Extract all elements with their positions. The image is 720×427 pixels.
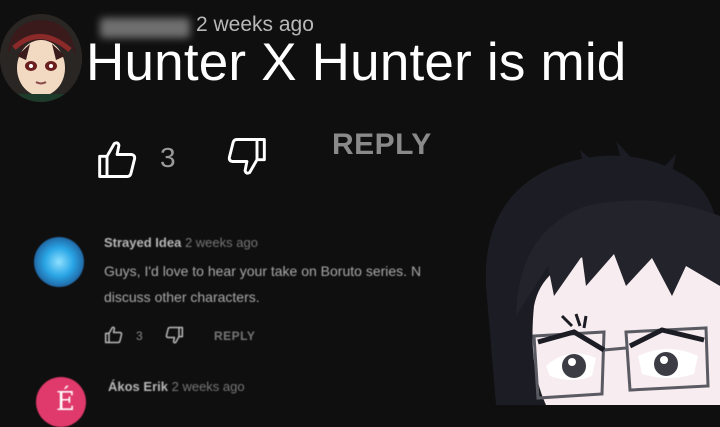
reply-author-name[interactable]: Strayed Idea xyxy=(104,235,181,250)
like-button[interactable] xyxy=(96,138,140,182)
avatar-letter: É xyxy=(56,387,75,417)
reply-button[interactable]: REPLY xyxy=(332,128,432,162)
avatar[interactable] xyxy=(0,14,82,102)
anime-avatar-image xyxy=(0,14,82,102)
reply-timestamp[interactable]: 2 weeks ago xyxy=(172,379,245,394)
reply-like-button[interactable] xyxy=(104,325,124,350)
anime-character-overlay xyxy=(476,136,720,405)
reply-author[interactable]: Ákos Erik 2 weeks ago xyxy=(108,379,245,394)
reply-like-count: 3 xyxy=(136,329,143,343)
reply-text-line-1: Guys, I'd love to hear your take on Boru… xyxy=(104,263,422,279)
reply-avatar[interactable]: É xyxy=(36,377,86,427)
reply-author[interactable]: Strayed Idea 2 weeks ago xyxy=(104,235,258,250)
reply-timestamp[interactable]: 2 weeks ago xyxy=(185,235,258,250)
thumbs-down-icon xyxy=(165,326,184,344)
thumbs-up-icon xyxy=(98,141,137,178)
reply-reply-button[interactable]: REPLY xyxy=(214,329,255,343)
reply-dislike-button[interactable] xyxy=(164,325,184,350)
reply-avatar[interactable] xyxy=(34,237,84,287)
reply-author-name[interactable]: Ákos Erik xyxy=(108,379,168,394)
thumbs-up-icon xyxy=(104,326,123,344)
thumbs-down-icon xyxy=(227,138,266,175)
dislike-button[interactable] xyxy=(224,134,268,178)
like-count: 3 xyxy=(160,142,176,173)
reply-text-line-2: discuss other characters. xyxy=(104,289,260,305)
character-illustration xyxy=(485,141,720,405)
comment-text: Hunter X Hunter is mid xyxy=(86,33,627,92)
